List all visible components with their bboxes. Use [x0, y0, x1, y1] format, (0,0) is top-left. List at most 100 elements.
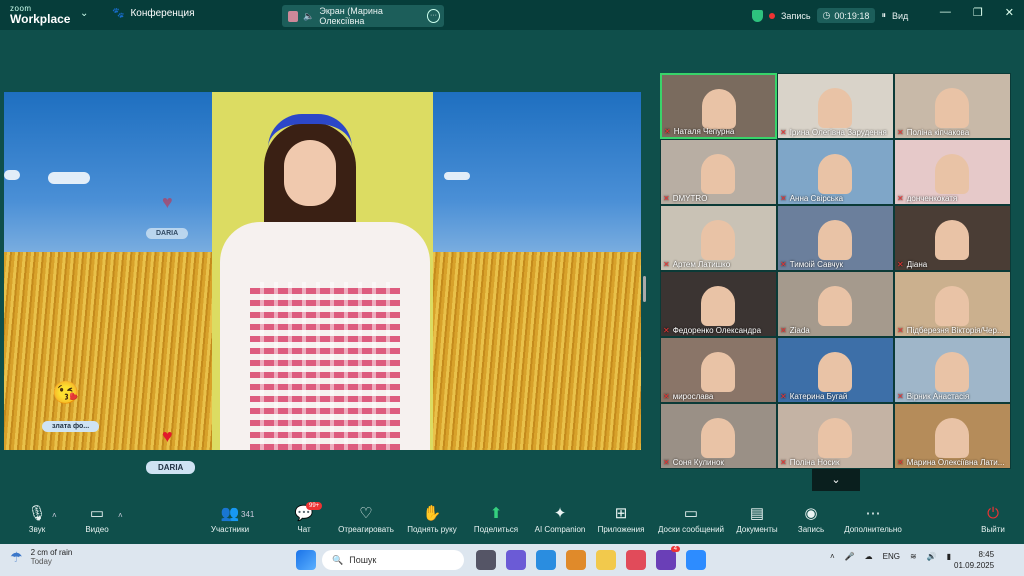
recording-status: Запись ◷ 00:19:18 ⏸ Вид [752, 8, 908, 23]
leave-icon: ⏻ [987, 505, 999, 522]
windows-start-icon[interactable] [296, 550, 316, 570]
system-tray: ˄ 🎤 ☁ ENG ≋ 🔊 ▮ [830, 552, 951, 561]
participant-video [935, 220, 969, 260]
name-tag: DARIA [146, 461, 196, 474]
weather-widget[interactable]: ☂ 2 cm of rain Today [10, 548, 72, 566]
heart-icon: ♥ [162, 192, 173, 212]
participant-tile[interactable]: ✕ Вірник Анастасія [894, 337, 1011, 403]
participant-name: ✕ донченкокатя [897, 194, 958, 203]
participant-video [935, 418, 969, 458]
participant-name: ✕ Діана [897, 260, 928, 269]
pause-icon[interactable]: ⏸ [881, 10, 886, 21]
chevron-down-icon[interactable]: ⌄ [812, 469, 860, 491]
clock[interactable]: 8:45 01.09.2025 [954, 549, 994, 571]
meeting-info-button[interactable]: 🐾 Конференция [112, 8, 195, 19]
mic-muted-icon: ✕ [663, 458, 670, 467]
participant-video [701, 352, 735, 392]
chevron-down-icon[interactable]: ⌄ [80, 8, 88, 19]
participant-tile[interactable]: ✕ Ірина Олегівна Зарудення [777, 73, 894, 139]
video-button[interactable]: ▭ Видео ˄ [82, 505, 122, 534]
chevron-up-icon[interactable]: ˄ [830, 552, 835, 561]
participant-name: ✕ Поліна кіпчакова [897, 128, 970, 137]
participants-count: 341 [241, 510, 255, 519]
participant-tile[interactable]: ✕ Анна Свірська [777, 139, 894, 205]
meeting-toolbar: 🎙 Звук ˄ ▭ Видео ˄ 👥 Участники 341 💬 Чат 99+ ♡ От… [0, 502, 1024, 545]
participants-button[interactable]: 👥 Участники 341 [208, 505, 255, 534]
more-icon[interactable]: ··· [426, 9, 441, 23]
mic-muted-icon: ✕ [780, 458, 787, 467]
close-icon[interactable]: ✕ [1005, 6, 1014, 19]
participant-tile[interactable]: ✕ Артем Латишко [660, 205, 777, 271]
participant-tile[interactable]: ✕ Соня Кулинок [660, 403, 777, 469]
taskbar-apps: 4 [476, 546, 706, 570]
mic-muted-icon: ✕ [664, 127, 671, 136]
title-bar: zoom Workplace ⌄ 🐾 Конференция 🔈 Экран (… [0, 0, 1024, 30]
leave-button[interactable]: ⏻ Выйти [978, 505, 1008, 534]
timer: ◷ 00:19:18 [816, 8, 876, 23]
more-button[interactable]: ⋯ Дополнительно [842, 505, 904, 534]
teams-icon[interactable]: 4 [656, 546, 680, 570]
participant-tile[interactable]: ✕ DMYTRO [660, 139, 777, 205]
explorer-icon[interactable] [596, 550, 616, 570]
onedrive-icon[interactable]: ☁ [865, 552, 873, 561]
participant-name: ✕ Анна Свірська [780, 194, 844, 203]
document-icon: ▤ [749, 505, 765, 522]
volume-icon[interactable]: 🔊 [927, 552, 937, 561]
participant-tile[interactable]: ✕ донченкокатя [894, 139, 1011, 205]
chat-button[interactable]: 💬 Чат 99+ [294, 502, 323, 534]
participant-tile[interactable]: ✕ мирослава [660, 337, 777, 403]
raise-hand-button[interactable]: ✋ Поднять руку [405, 505, 459, 534]
task-view-icon[interactable] [476, 550, 496, 570]
hand-icon: ✋ [422, 505, 442, 522]
share-button[interactable]: ⬆ Поделиться [473, 505, 519, 534]
participant-video [701, 154, 735, 194]
mic-muted-icon: ✕ [780, 326, 787, 335]
participant-tile[interactable]: ✕ Поліна кіпчакова [894, 73, 1011, 139]
participant-tile[interactable]: ✕ Поліна Носик [777, 403, 894, 469]
ai-companion-button[interactable]: ✦ AI Companion [532, 505, 588, 534]
participant-tile[interactable]: ✕ Діана [894, 205, 1011, 271]
battery-icon[interactable]: ▮ [947, 552, 951, 561]
wifi-icon[interactable]: ≋ [910, 552, 917, 561]
audio-button[interactable]: 🎙 Звук ˄ [22, 505, 56, 534]
docs-button[interactable]: ▤ Документы [734, 505, 780, 534]
share-screen-tab[interactable]: 🔈 Экран (Марина Олексіївна ··· [282, 5, 444, 27]
shared-screen: ♥ DARIA 😘 злата фо... ♥ [4, 92, 641, 450]
search-box[interactable]: 🔍 Пошук [322, 550, 464, 570]
language-indicator[interactable]: ENG [883, 552, 900, 561]
caret-up-icon[interactable]: ˄ [118, 511, 123, 520]
edge-icon[interactable] [536, 550, 556, 570]
copilot-icon[interactable] [506, 550, 526, 570]
participant-tile[interactable]: ✕ Федоренко Олександра [660, 271, 777, 337]
participant-name: ✕ Ірина Олегівна Зарудення [780, 128, 887, 137]
participant-name: ✕ DMYTRO [663, 194, 708, 203]
maximize-icon[interactable]: ❐ [973, 6, 983, 19]
whiteboards-button[interactable]: ▭ Доски сообщений [655, 505, 727, 534]
shield-icon[interactable] [752, 9, 763, 22]
splitter-handle[interactable] [643, 276, 646, 302]
participant-name: ✕ Соня Кулинок [663, 458, 724, 467]
caret-up-icon[interactable]: ˄ [52, 511, 57, 520]
participant-tile[interactable]: ✕ Марина Олексіївна Лати... [894, 403, 1011, 469]
react-button[interactable]: ♡ Отреагировать [338, 505, 394, 534]
store-icon[interactable] [566, 550, 586, 570]
participant-tile[interactable]: ✕ Тимоій Савчук [777, 205, 894, 271]
participant-tile[interactable]: ✕ Ziada [777, 271, 894, 337]
participant-video [818, 418, 852, 458]
participant-tile[interactable]: ✕ Наталя Чепурна [660, 73, 777, 139]
app-icon[interactable] [626, 550, 646, 570]
cloud [4, 170, 20, 180]
record-button[interactable]: ◉ Запись [796, 505, 826, 534]
participant-tile[interactable]: ✕ Підберезня Вікторія/Чер... [894, 271, 1011, 337]
mic-muted-icon: ✕ [663, 194, 670, 203]
apps-button[interactable]: ⊞ Приложения [595, 505, 647, 534]
participant-tile[interactable]: ✕ Катерина Бугай [777, 337, 894, 403]
minimize-icon[interactable]: — [940, 6, 951, 19]
view-button[interactable]: Вид [892, 11, 908, 21]
mic-icon[interactable]: 🎤 [845, 552, 855, 561]
camera-off-icon: ▭ [89, 505, 105, 522]
cloud [444, 172, 470, 180]
participant-gallery: ✕ Наталя Чепурна ✕ Ірина Олегівна Зарудення… [660, 73, 1011, 469]
heart-icon: ♥ [162, 426, 173, 446]
zoom-taskbar-icon[interactable] [686, 550, 706, 570]
